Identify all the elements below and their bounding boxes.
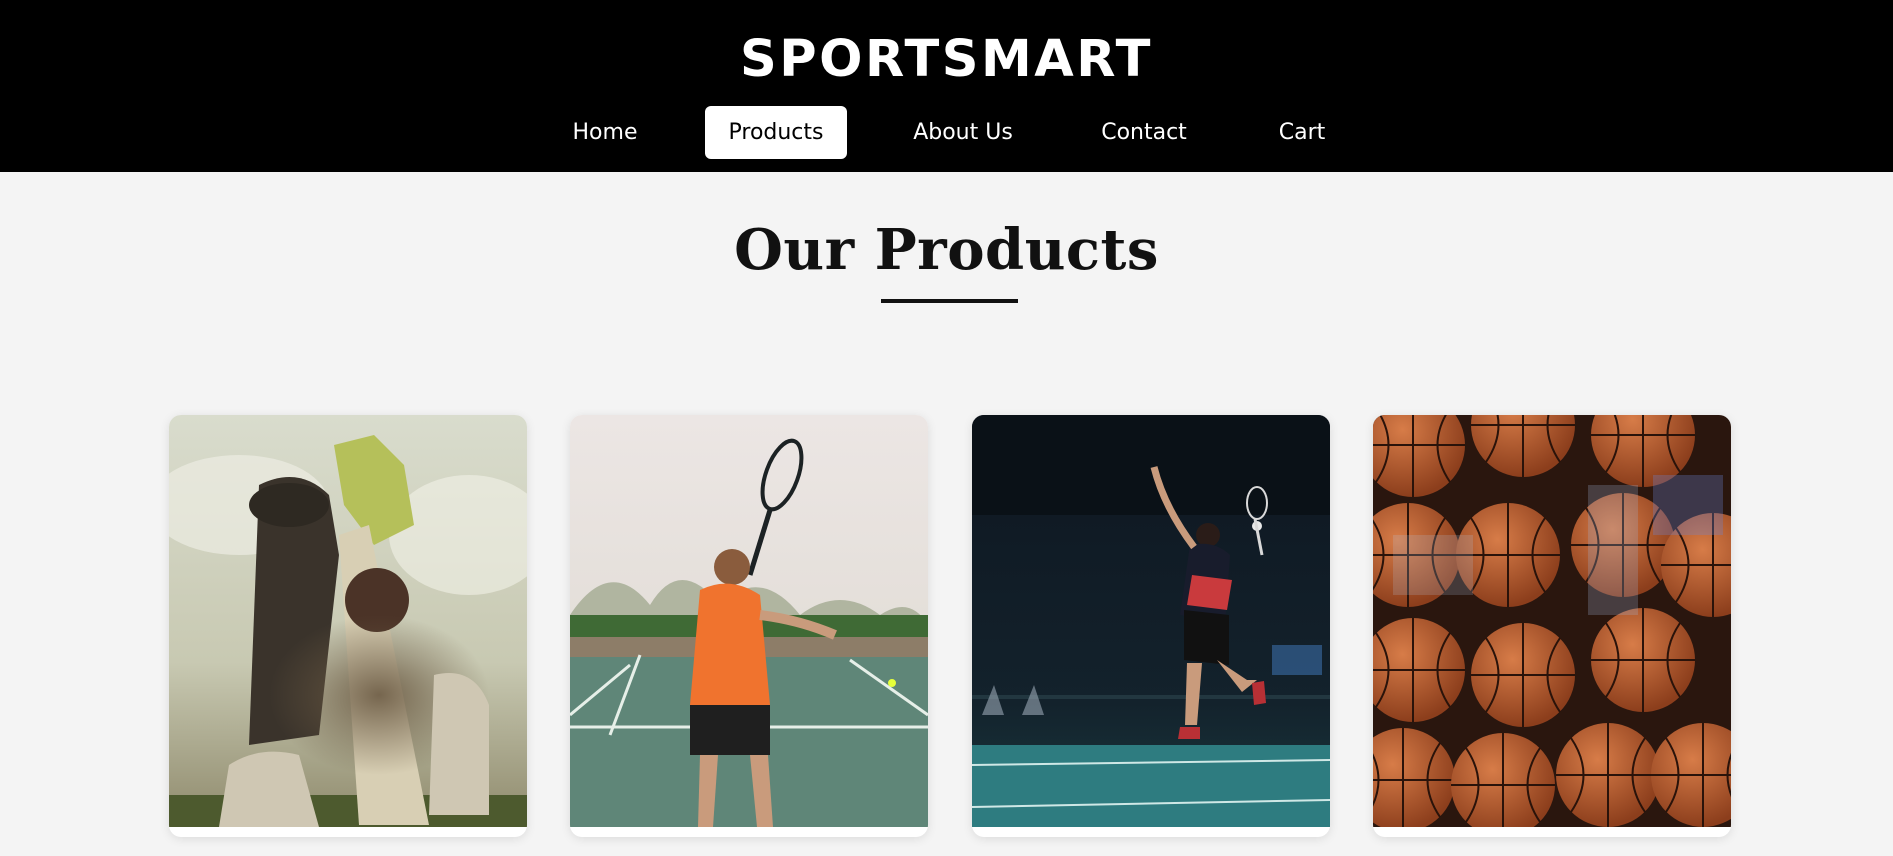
nav-about-us[interactable]: About Us [901,106,1025,159]
nav-home[interactable]: Home [562,106,648,159]
nav-cart[interactable]: Cart [1264,106,1340,159]
basketballs-photo[interactable] [1373,415,1731,827]
product-card-cricket[interactable] [169,415,527,837]
nav-contact[interactable]: Contact [1090,106,1198,159]
nav-products[interactable]: Products [705,106,847,159]
site-header: SPORTSMART Home Products About Us Contac… [0,0,1893,172]
main-nav: Home Products About Us Contact Cart [0,106,1893,159]
tennis-player-photo[interactable] [570,415,928,827]
badminton-player-photo[interactable] [972,415,1330,827]
cricket-batsman-photo[interactable] [169,415,527,827]
page-title: Our Products [734,217,1159,283]
product-card-tennis[interactable] [570,415,928,837]
product-card-badminton[interactable] [972,415,1330,837]
product-card-basketball[interactable] [1373,415,1731,837]
site-logo[interactable]: SPORTSMART [0,24,1893,96]
title-underline [881,299,1018,303]
